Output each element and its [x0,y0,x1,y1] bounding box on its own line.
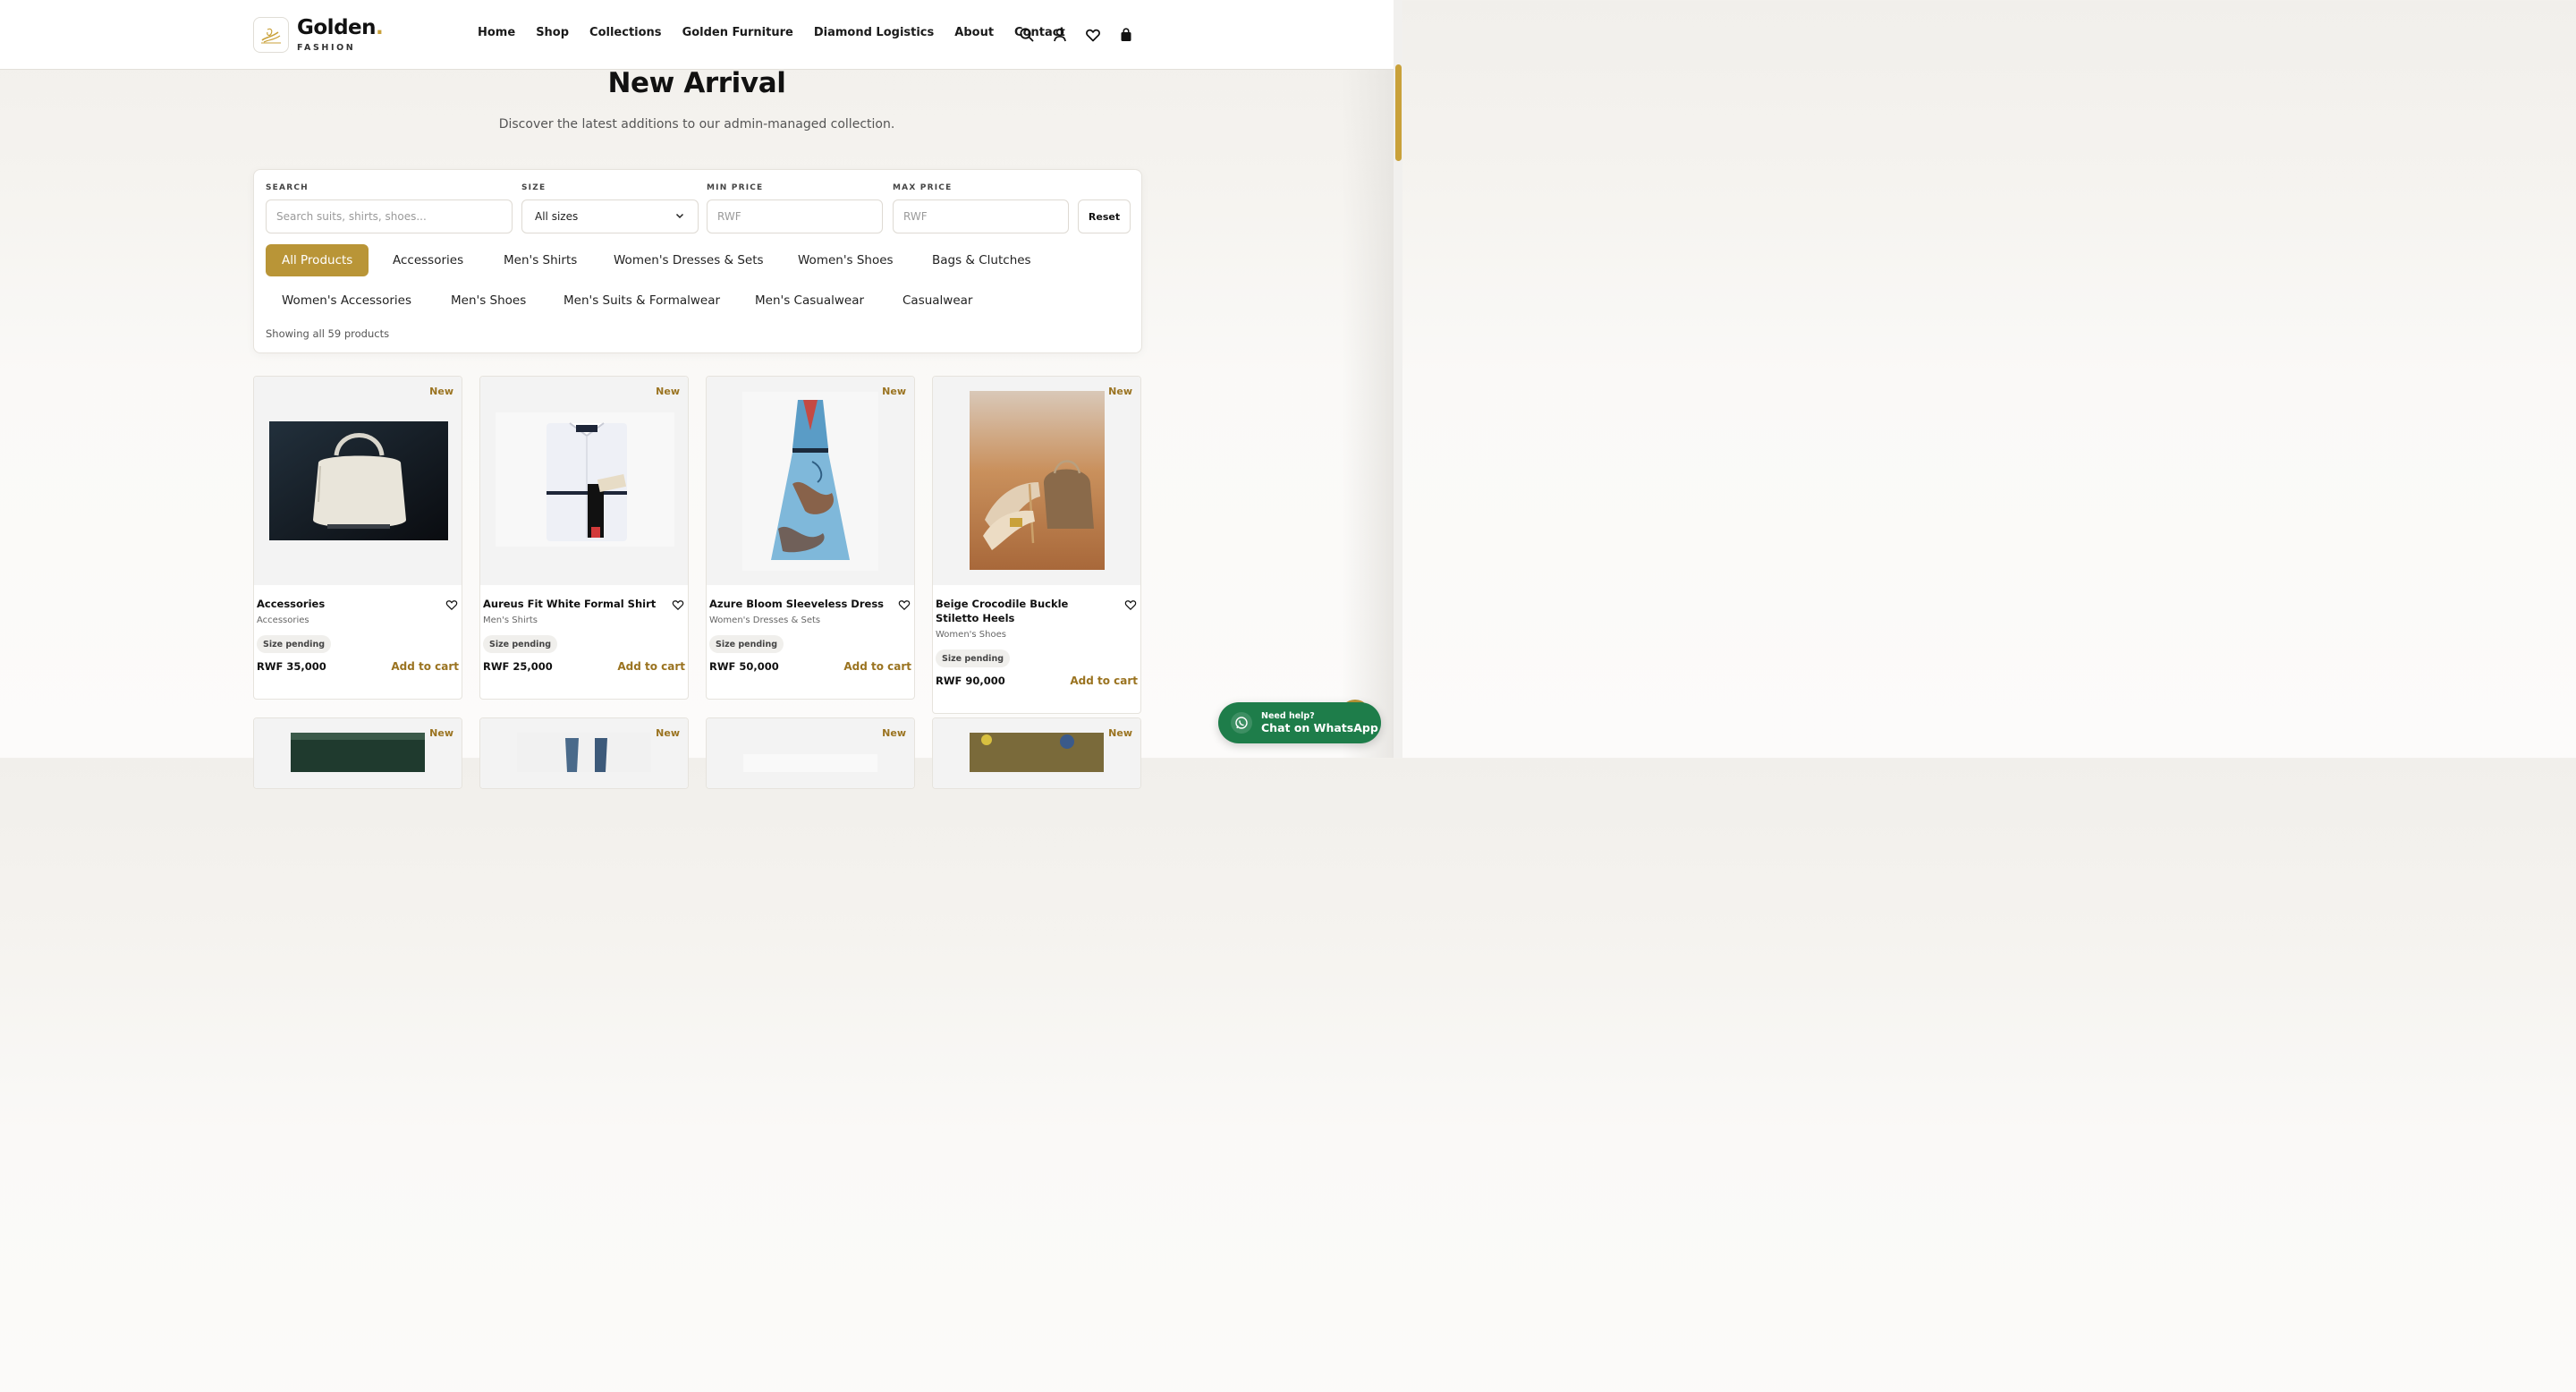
product-image[interactable] [933,377,1140,585]
wishlist-heart-icon[interactable] [445,598,459,612]
product-card[interactable]: New Accessories Accessories Size pending… [253,376,462,700]
product-category: Accessories [257,615,309,625]
category-chip-mens-shoes[interactable]: Men's Shoes [451,284,526,317]
add-to-cart-button[interactable]: Add to cart [843,660,911,673]
main-nav: Home Shop Collections Golden Furniture D… [478,26,1065,39]
category-chip-accessories[interactable]: Accessories [393,244,463,276]
category-chip-womens-shoes[interactable]: Women's Shoes [798,244,894,276]
product-name[interactable]: Accessories [257,597,436,611]
whatsapp-label-help: Need help? [1261,711,1315,721]
min-price-input[interactable] [707,199,883,233]
new-badge: New [1108,727,1132,739]
user-icon[interactable] [1051,26,1069,44]
brand-tagline: FASHION [297,43,356,53]
nav-diamond-logistics[interactable]: Diamond Logistics [814,26,934,39]
size-badge: Size pending [709,635,784,653]
chevron-down-icon [674,210,685,224]
brand-dot: . [376,16,384,39]
wishlist-heart-icon[interactable] [897,598,911,612]
product-price: RWF 25,000 [483,660,553,673]
whatsapp-label-chat: Chat on WhatsApp [1261,721,1378,734]
new-badge: New [429,386,453,397]
size-badge: Size pending [936,649,1011,667]
product-category: Women's Shoes [936,630,1006,640]
product-name[interactable]: Azure Bloom Sleeveless Dress [709,597,888,611]
site-header: Golden. FASHION Home Shop Collections Go… [0,0,1394,70]
page-subtitle: Discover the latest additions to our adm… [498,117,895,132]
size-badge: Size pending [483,635,558,653]
brand-wordmark[interactable]: Golden. FASHION [297,14,384,53]
max-price-label: MAX PRICE [893,183,953,192]
page-title: New Arrival [607,67,786,99]
category-chip-all-products[interactable]: All Products [266,244,369,276]
size-select[interactable]: All sizes [521,199,699,233]
product-image[interactable] [707,377,914,585]
reset-button[interactable]: Reset [1078,199,1131,233]
add-to-cart-button[interactable]: Add to cart [1070,675,1138,687]
size-badge: Size pending [257,635,332,653]
size-select-value: All sizes [535,210,579,223]
shopping-bag-icon[interactable] [1117,26,1135,44]
nav-golden-furniture[interactable]: Golden Furniture [682,26,793,39]
search-label: SEARCH [266,183,309,192]
new-badge: New [882,386,906,397]
nav-collections[interactable]: Collections [589,26,662,39]
category-chip-womens-accessories[interactable]: Women's Accessories [282,284,411,317]
brand-logo-icon[interactable] [253,17,289,53]
add-to-cart-button[interactable]: Add to cart [617,660,685,673]
wishlist-heart-icon[interactable] [1123,598,1138,612]
whatsapp-icon [1231,712,1252,734]
product-image[interactable] [480,377,688,585]
product-name[interactable]: Beige Crocodile Buckle Stiletto Heels [936,597,1114,625]
header-actions [1018,26,1150,44]
product-card[interactable]: New [479,717,689,789]
category-chip-womens-dresses-sets[interactable]: Women's Dresses & Sets [614,244,764,276]
product-category: Men's Shirts [483,615,538,625]
product-card[interactable]: New [932,717,1141,789]
max-price-input[interactable] [893,199,1069,233]
product-card[interactable]: New [706,717,915,789]
new-badge: New [1108,386,1132,397]
product-price: RWF 50,000 [709,660,779,673]
category-chip-mens-casualwear[interactable]: Men's Casualwear [755,284,864,317]
new-badge: New [429,727,453,739]
category-chip-bags-clutches[interactable]: Bags & Clutches [932,244,1031,276]
search-input[interactable] [266,199,513,233]
wishlist-heart-icon[interactable] [671,598,685,612]
filter-panel: SEARCH SIZE All sizes MIN PRICE MAX PRIC… [253,169,1142,353]
nav-about[interactable]: About [954,26,994,39]
product-card[interactable]: New Aureus Fit White Formal Shirt Men's … [479,376,689,700]
whatsapp-chat-button[interactable]: Need help? Chat on WhatsApp [1218,702,1381,743]
product-card[interactable]: New Beige Crocodile Buckle Stiletto Heel… [932,376,1141,714]
size-label: SIZE [521,183,547,192]
category-chip-mens-shirts[interactable]: Men's Shirts [504,244,577,276]
nav-home[interactable]: Home [478,26,515,39]
new-badge: New [656,386,680,397]
heart-icon[interactable] [1084,26,1102,44]
new-badge: New [656,727,680,739]
product-card[interactable]: New [253,717,462,789]
product-card[interactable]: New Azure Bloom Sleeveless Dress Women's… [706,376,915,700]
add-to-cart-button[interactable]: Add to cart [391,660,459,673]
nav-shop[interactable]: Shop [536,26,569,39]
page-edge-shadow [1342,0,1394,758]
min-price-label: MIN PRICE [707,183,764,192]
new-badge: New [882,727,906,739]
results-count: Showing all 59 products [266,327,390,340]
product-name[interactable]: Aureus Fit White Formal Shirt [483,597,662,611]
product-image[interactable] [254,377,462,585]
brand-name: Golden [297,16,377,39]
product-category: Women's Dresses & Sets [709,615,821,625]
scrollbar-thumb[interactable] [1395,64,1402,161]
search-icon[interactable] [1018,26,1036,44]
category-chip-casualwear[interactable]: Casualwear [902,284,972,317]
product-price: RWF 35,000 [257,660,326,673]
product-price: RWF 90,000 [936,675,1005,687]
category-chip-mens-suits-formalwear[interactable]: Men's Suits & Formalwear [564,284,720,317]
